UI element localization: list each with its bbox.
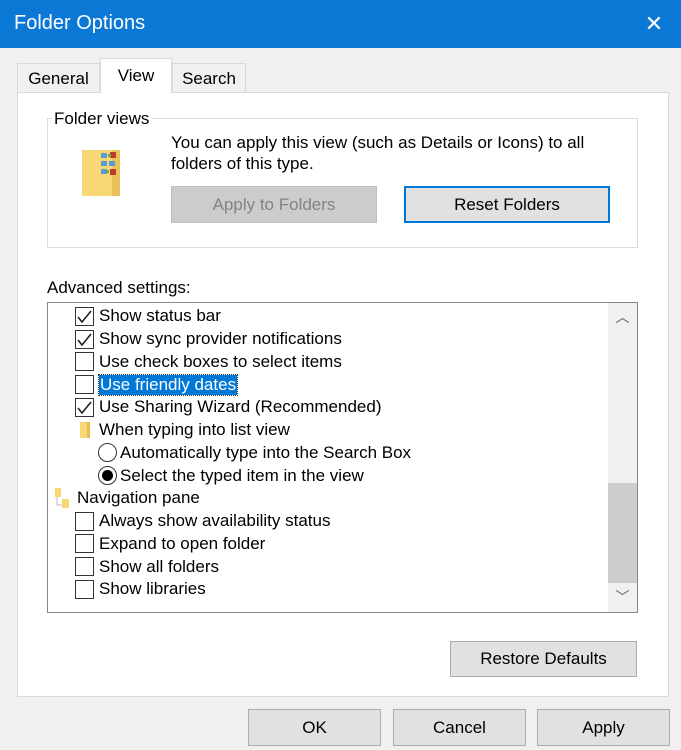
scroll-up-icon[interactable]: ︿: [608, 307, 637, 329]
checkbox-icon[interactable]: [75, 534, 94, 554]
scroll-down-icon[interactable]: ﹀: [608, 587, 637, 609]
setting-checkbox-row[interactable]: Use check boxes to select items: [75, 351, 342, 374]
setting-label: Use check boxes to select items: [99, 351, 342, 371]
cancel-button[interactable]: Cancel: [393, 709, 526, 746]
title-bar: Folder Options ✕: [0, 0, 681, 48]
setting-label: Use Sharing Wizard (Recommended): [99, 397, 382, 417]
folder-icon: [80, 422, 90, 439]
setting-label: Show libraries: [99, 579, 206, 599]
checkbox-icon[interactable]: [75, 511, 94, 531]
setting-folder-row: When typing into list view: [75, 419, 290, 442]
checkbox-checked-icon[interactable]: [75, 306, 94, 326]
folder-views-description: You can apply this view (such as Details…: [171, 133, 585, 173]
setting-folder-row: Navigation pane: [53, 487, 200, 510]
close-icon[interactable]: ✕: [640, 10, 668, 38]
setting-label: When typing into list view: [99, 420, 290, 440]
radio-selected-icon[interactable]: [98, 466, 117, 486]
setting-label: Select the typed item in the view: [120, 465, 364, 485]
folder-icon: [55, 488, 69, 509]
setting-label: Show sync provider notifications: [99, 329, 342, 349]
setting-checkbox-row[interactable]: Show sync provider notifications: [75, 328, 342, 351]
checkbox-checked-icon[interactable]: [75, 329, 94, 349]
apply-button[interactable]: Apply: [537, 709, 670, 746]
setting-checkbox-row[interactable]: Use Sharing Wizard (Recommended): [75, 396, 382, 419]
radio-icon[interactable]: [98, 443, 117, 463]
setting-checkbox-row[interactable]: Show all folders: [75, 555, 219, 578]
tab-search[interactable]: Search: [172, 63, 246, 93]
tab-general[interactable]: General: [17, 63, 100, 93]
tab-view[interactable]: View: [100, 58, 172, 93]
advanced-settings-list[interactable]: Show status bar Show sync provider notifi…: [47, 302, 638, 613]
checkbox-icon[interactable]: [75, 579, 94, 599]
setting-label: Navigation pane: [77, 488, 200, 508]
setting-radio-row[interactable]: Automatically type into the Search Box: [98, 442, 411, 465]
scrollbar[interactable]: ︿ ﹀: [608, 303, 637, 612]
checkbox-icon[interactable]: [75, 375, 94, 395]
checkbox-checked-icon[interactable]: [75, 397, 94, 417]
setting-label: Show all folders: [99, 556, 220, 576]
checkbox-icon[interactable]: [75, 352, 94, 372]
setting-checkbox-row[interactable]: Show libraries: [75, 578, 206, 601]
setting-checkbox-row[interactable]: Always show availability status: [75, 510, 330, 533]
scrollbar-thumb[interactable]: [608, 483, 637, 583]
apply-to-folders-button[interactable]: Apply to Folders: [171, 186, 377, 223]
ok-button[interactable]: OK: [248, 709, 381, 746]
setting-label: Expand to open folder: [99, 533, 266, 553]
folder-views-label: Folder views: [52, 109, 152, 129]
folder-view-icon: [82, 150, 120, 196]
restore-defaults-button[interactable]: Restore Defaults: [450, 641, 637, 677]
reset-folders-button[interactable]: Reset Folders: [404, 186, 610, 223]
checkbox-icon[interactable]: [75, 557, 94, 577]
setting-label: Use friendly dates: [97, 373, 239, 396]
setting-radio-row[interactable]: Select the typed item in the view: [98, 464, 364, 487]
setting-label: Show status bar: [99, 306, 221, 326]
advanced-settings-label: Advanced settings:: [47, 278, 191, 297]
setting-label: Always show availability status: [99, 511, 331, 531]
setting-checkbox-row[interactable]: Expand to open folder: [75, 533, 265, 556]
setting-checkbox-row[interactable]: Use friendly dates: [75, 373, 239, 396]
setting-checkbox-row[interactable]: Show status bar: [75, 305, 221, 328]
setting-label: Automatically type into the Search Box: [120, 442, 412, 462]
window-title: Folder Options: [14, 12, 146, 34]
